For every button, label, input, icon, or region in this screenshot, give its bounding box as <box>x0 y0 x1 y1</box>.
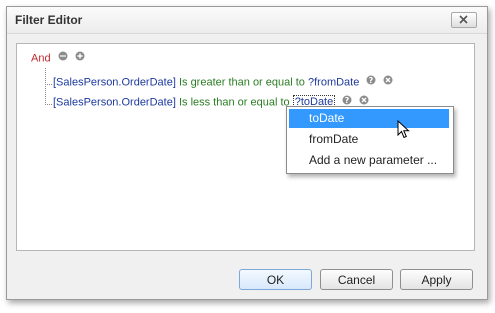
condition-operator[interactable]: Is less than or equal to <box>179 96 290 108</box>
cancel-button[interactable]: Cancel <box>320 269 393 290</box>
ok-button[interactable]: OK <box>239 269 312 290</box>
group-node: And <box>31 51 85 68</box>
group-menu-icon[interactable] <box>58 51 68 64</box>
close-button[interactable] <box>451 12 477 28</box>
dialog-title: Filter Editor <box>15 13 83 27</box>
condition-field[interactable]: [SalesPerson.OrderDate] <box>53 96 176 108</box>
condition-operator[interactable]: Is greater than or equal to <box>179 76 305 88</box>
add-condition-icon[interactable] <box>75 51 85 64</box>
close-icon <box>459 15 468 24</box>
group-operator-label[interactable]: And <box>31 52 51 64</box>
tree-connector <box>45 84 52 85</box>
tree-connector <box>45 104 52 105</box>
apply-button[interactable]: Apply <box>400 269 473 290</box>
condition-row: [SalesPerson.OrderDate] Is greater than … <box>53 75 393 92</box>
help-icon[interactable]: ? <box>366 75 376 88</box>
condition-field[interactable]: [SalesPerson.OrderDate] <box>53 76 176 88</box>
dropdown-item-fromdate[interactable]: fromDate <box>289 130 449 149</box>
dropdown-item-todate[interactable]: toDate <box>289 109 449 128</box>
mouse-cursor-icon <box>397 120 410 139</box>
dropdown-item-add-parameter[interactable]: Add a new parameter ... <box>289 151 449 170</box>
svg-text:?: ? <box>345 96 350 105</box>
remove-condition-icon[interactable] <box>383 75 393 88</box>
condition-value[interactable]: ?fromDate <box>308 76 359 88</box>
title-bar: Filter Editor <box>7 7 487 34</box>
svg-text:?: ? <box>369 76 374 85</box>
parameter-dropdown: toDate fromDate Add a new parameter ... <box>286 106 454 174</box>
tree-connector <box>45 68 46 105</box>
